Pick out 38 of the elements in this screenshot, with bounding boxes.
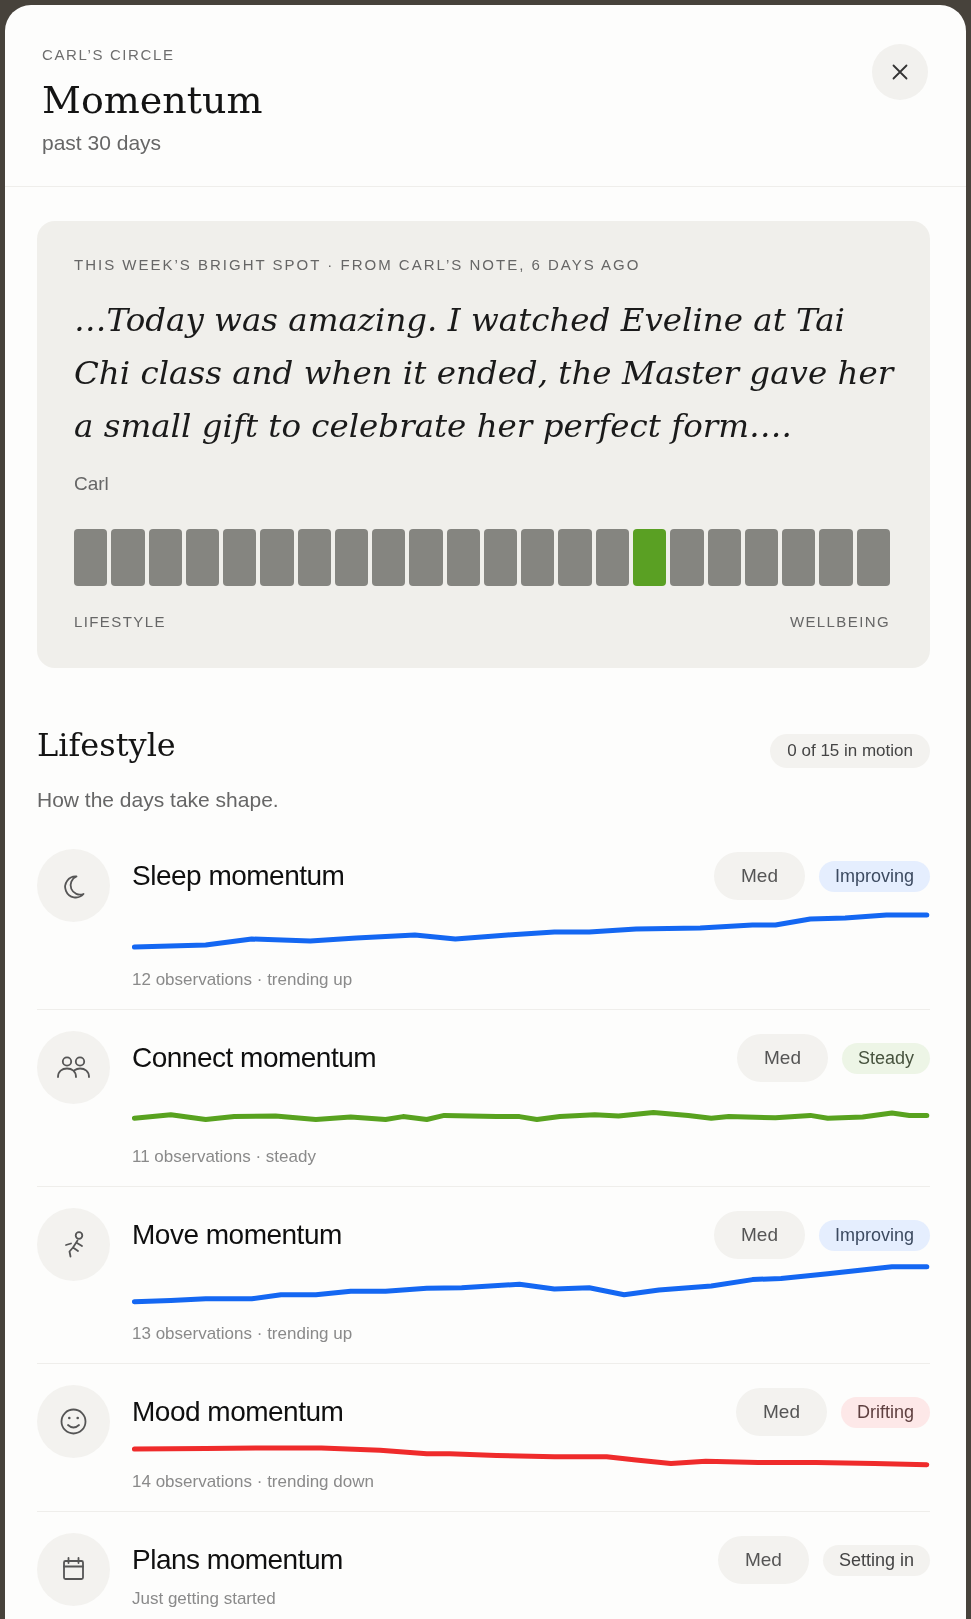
quote-text: …Today was amazing. I watched Eveline at Tai Chi class and when it ended, the Master gave her a small gift to celebrate her perfect form…. [74, 300, 896, 447]
page-title: Momentum [42, 77, 263, 123]
scale-label: LIFESTYLE [74, 613, 166, 631]
card-label: THIS WEEK’S BRIGHT SPOT · FROM CARL’S NOTE, 6 DAYS AGO [74, 256, 642, 274]
rating-badge: Med [714, 852, 805, 900]
calendar-icon [37, 1533, 110, 1606]
section-title: Lifestyle [37, 725, 176, 766]
status-badge: Steady [841, 1042, 930, 1074]
row-caption: 13 observations · trending up [132, 1324, 354, 1344]
rating-badge: Med [714, 1211, 805, 1259]
row-caption: 11 observations · steady [132, 1147, 317, 1167]
row-title: Sleep momentum [132, 859, 345, 893]
circle-name: CARL’S CIRCLE [42, 46, 176, 64]
scale-label: WELLBEING [789, 613, 890, 631]
running-figure-icon [37, 1208, 110, 1281]
rating-badge: Med [736, 1388, 827, 1436]
status-badge: Drifting [841, 1396, 930, 1428]
motion-count-badge: 0 of 15 in motion [770, 734, 930, 768]
smiley-icon [37, 1385, 110, 1458]
close-icon [892, 64, 908, 80]
date-range: past 30 days [42, 131, 163, 155]
row-caption: 14 observations · trending down [132, 1472, 375, 1492]
row-title: Connect momentum [132, 1041, 377, 1075]
row-caption: Just getting started [132, 1589, 277, 1609]
rating-badge: Med [737, 1034, 828, 1082]
row-title: Mood momentum [132, 1395, 344, 1429]
moon-icon [37, 849, 110, 922]
status-badge: Setting in [822, 1544, 930, 1576]
section-subtitle: How the days take shape. [37, 788, 280, 812]
quote-author: Carl [74, 473, 110, 495]
row-caption: 12 observations · trending up [132, 970, 354, 990]
close-button[interactable] [872, 44, 928, 100]
people-icon [37, 1031, 110, 1104]
status-badge: Improving [818, 860, 930, 892]
rating-badge: Med [717, 1536, 809, 1584]
row-title: Plans momentum [132, 1543, 343, 1577]
row-title: Move momentum [132, 1218, 342, 1252]
status-badge: Improving [818, 1219, 930, 1251]
